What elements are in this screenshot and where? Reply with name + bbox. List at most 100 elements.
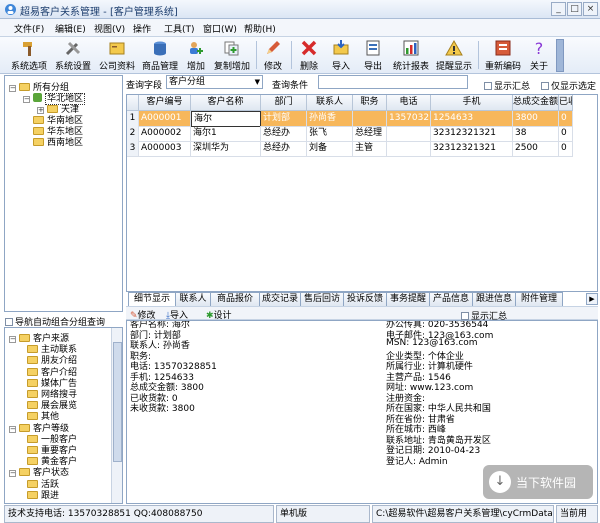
row-number[interactable]: 3: [127, 141, 139, 157]
table-cell[interactable]: 深圳华为: [191, 141, 261, 157]
menu-edit[interactable]: 编辑(E): [55, 22, 86, 35]
product-management-button[interactable]: 商品管理: [141, 39, 179, 73]
table-cell[interactable]: 海尔: [191, 111, 261, 127]
maximize-button[interactable]: □: [567, 2, 582, 16]
table-cell[interactable]: 张飞: [307, 126, 353, 142]
table-cell[interactable]: 0: [559, 141, 573, 157]
table-cell[interactable]: 32312321321: [431, 141, 513, 157]
import-label: 导入: [331, 62, 350, 72]
nav-tree-item[interactable]: 跟进: [27, 488, 59, 501]
collapse-icon[interactable]: −: [9, 470, 16, 478]
menu-window[interactable]: 窗口(W): [203, 22, 237, 35]
table-cell[interactable]: 海尔1: [191, 126, 261, 142]
table-cell[interactable]: A000001: [139, 111, 191, 127]
tab-6[interactable]: 投诉反馈: [343, 292, 387, 306]
row-number[interactable]: 1: [127, 111, 139, 127]
nav-scrollbar[interactable]: [111, 328, 122, 503]
tab-9[interactable]: 跟进信息: [472, 292, 516, 306]
export-label: 导出: [363, 62, 382, 72]
only-selected-checkbox[interactable]: 仅显示选定: [541, 79, 596, 92]
add-button[interactable]: 增加: [185, 39, 207, 73]
menu-file[interactable]: 文件(F): [14, 22, 44, 35]
edit-button[interactable]: 修改: [262, 39, 284, 73]
checkbox-box[interactable]: [461, 312, 469, 320]
column-header[interactable]: 已收: [559, 95, 573, 111]
table-cell[interactable]: 总经办: [261, 141, 307, 157]
table-cell[interactable]: [353, 111, 387, 127]
table-cell[interactable]: 计划部: [261, 111, 307, 127]
table-cell[interactable]: A000002: [139, 126, 191, 142]
column-header[interactable]: 客户编号: [139, 95, 191, 111]
column-header[interactable]: 总成交金额: [513, 95, 559, 111]
table-cell[interactable]: 主管: [353, 141, 387, 157]
table-cell[interactable]: 3800: [513, 111, 559, 127]
table-cell[interactable]: 2500: [513, 141, 559, 157]
table-cell[interactable]: 总经理: [353, 126, 387, 142]
column-header[interactable]: 电话: [387, 95, 431, 111]
import-button[interactable]: 导入: [330, 39, 352, 73]
table-cell[interactable]: A000003: [139, 141, 191, 157]
collapse-icon[interactable]: −: [9, 85, 16, 92]
checkbox-box[interactable]: [484, 82, 492, 90]
column-header[interactable]: 部门: [261, 95, 307, 111]
reminder-display-button[interactable]: 提醒显示: [435, 39, 473, 73]
recode-button[interactable]: 重新编码: [483, 39, 523, 73]
menu-operate[interactable]: 操作: [133, 22, 151, 35]
close-button[interactable]: ×: [583, 2, 598, 16]
company-info-button[interactable]: 公司资料: [98, 39, 136, 73]
table-cell[interactable]: 1254633: [431, 111, 513, 127]
toolbar-overflow-handle[interactable]: [556, 39, 564, 72]
export-button[interactable]: 导出: [362, 39, 384, 73]
column-header[interactable]: 联系人: [307, 95, 353, 111]
tab-5[interactable]: 售后回访: [300, 292, 344, 306]
title-bar: 超易客户关系管理 - [客户管理系统] _ □ ×: [0, 0, 600, 19]
minimize-button[interactable]: _: [551, 2, 566, 16]
table-cell[interactable]: 1357032...: [387, 111, 431, 127]
system-settings-button[interactable]: 系统设置: [54, 39, 92, 73]
folder-icon: [27, 390, 38, 398]
query-field-select[interactable]: 客户分组 ▼: [166, 75, 263, 89]
table-cell[interactable]: 0: [559, 111, 573, 127]
reminder-display-label: 提醒显示: [435, 62, 472, 72]
table-cell[interactable]: 总经办: [261, 126, 307, 142]
tab-10[interactable]: 附件管理: [515, 292, 563, 306]
about-button[interactable]: ? 关于: [528, 39, 550, 73]
system-options-button[interactable]: 系统选项: [10, 39, 48, 73]
tab-2[interactable]: 联系人: [175, 292, 211, 306]
checkbox-box[interactable]: [541, 82, 549, 90]
collapse-icon[interactable]: −: [9, 336, 16, 343]
table-cell[interactable]: 孙尚香: [307, 111, 353, 127]
show-summary-checkbox[interactable]: 显示汇总: [484, 79, 530, 92]
app-icon: [5, 4, 16, 15]
nav-scrollbar-thumb[interactable]: [113, 342, 122, 462]
query-condition-input[interactable]: [318, 75, 468, 89]
column-header[interactable]: 客户名称: [191, 95, 261, 111]
statistics-report-button[interactable]: 统计报表: [392, 39, 430, 73]
help-icon: ?: [535, 39, 544, 57]
checkbox-box[interactable]: [5, 318, 13, 326]
collapse-icon[interactable]: −: [9, 425, 16, 433]
table-cell[interactable]: [387, 141, 431, 157]
table-cell[interactable]: 刘备: [307, 141, 353, 157]
row-number[interactable]: 2: [127, 126, 139, 142]
tab-scroll-right[interactable]: ▶: [586, 293, 598, 305]
table-cell[interactable]: [387, 126, 431, 142]
column-header[interactable]: 手机: [431, 95, 513, 111]
delete-button[interactable]: 删除: [298, 39, 320, 73]
menu-help[interactable]: 帮助(H): [244, 22, 276, 35]
table-cell[interactable]: 32312321321: [431, 126, 513, 142]
tab-7[interactable]: 事务提醒: [386, 292, 430, 306]
menu-view[interactable]: 视图(V): [94, 22, 125, 35]
table-cell[interactable]: 0: [559, 126, 573, 142]
chevron-down-icon[interactable]: ▼: [255, 76, 260, 88]
tab-8[interactable]: 产品信息: [429, 292, 473, 306]
tab-4[interactable]: 成交记录: [259, 292, 301, 306]
menu-tools[interactable]: 工具(T): [164, 22, 195, 35]
copy-add-button[interactable]: 复制增加: [213, 39, 251, 73]
collapse-icon[interactable]: −: [23, 96, 30, 103]
tree-item-west[interactable]: 西南地区: [33, 135, 83, 148]
tab-3[interactable]: 商品报价: [210, 292, 260, 306]
column-header[interactable]: 职务: [353, 95, 387, 111]
table-cell[interactable]: 38: [513, 126, 559, 142]
tab-1[interactable]: 细节显示: [128, 292, 176, 307]
